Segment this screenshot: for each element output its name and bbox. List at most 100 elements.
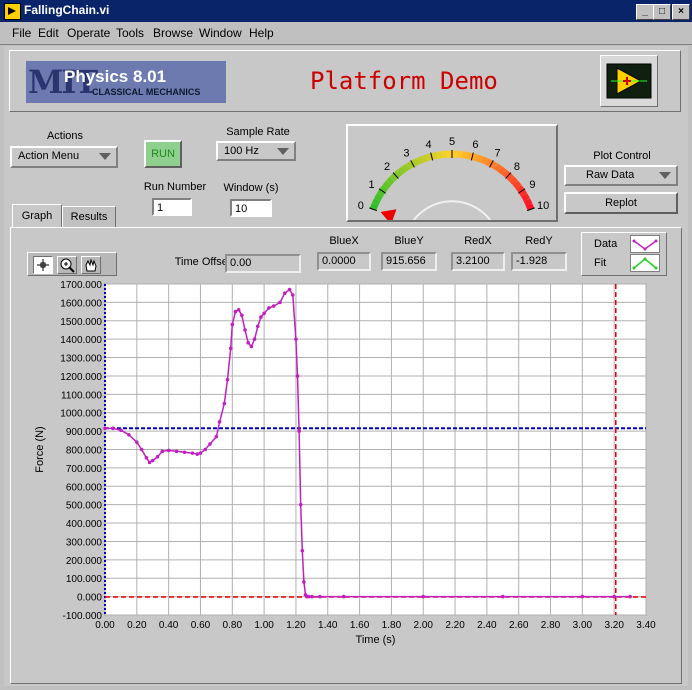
gauge-scale-segment <box>393 169 402 179</box>
menu-help[interactable]: Help <box>249 26 274 40</box>
y-tick-label: 1400.000 <box>60 335 102 346</box>
plot-legend: Data Fit <box>581 232 667 276</box>
gauge-tick-label: 8 <box>514 161 520 173</box>
y-tick-label: 400.000 <box>66 519 103 530</box>
data-point <box>198 451 203 455</box>
gauge-scale-segment <box>518 189 528 198</box>
gauge-scale-segment <box>430 151 438 160</box>
tab-results[interactable]: Results <box>62 206 116 228</box>
data-point <box>306 594 311 599</box>
plot-control-dropdown[interactable]: Raw Data <box>564 165 678 186</box>
window-seconds-input[interactable]: 10 <box>230 199 272 217</box>
data-point <box>500 594 505 599</box>
actions-menu-dropdown[interactable]: Action Menu <box>10 146 118 168</box>
gauge-tick-label: 1 <box>369 179 375 191</box>
graph-palette <box>27 252 117 276</box>
x-tick-label: 1.00 <box>254 620 274 631</box>
logo-course: Physics 8.01 <box>64 67 167 86</box>
gauge-tick-label: 5 <box>449 136 455 148</box>
data-point <box>182 450 187 455</box>
redy-value: -1.928 <box>511 252 567 271</box>
maximize-button[interactable]: □ <box>653 4 671 20</box>
menu-window[interactable]: Window <box>199 26 242 40</box>
cursor-move-tool-icon[interactable] <box>33 256 53 274</box>
gauge-tick-label: 4 <box>425 139 431 151</box>
y-tick-label: 900.000 <box>66 427 103 438</box>
time-offset-value: 0.00 <box>225 254 301 273</box>
gauge-tick-label: 3 <box>403 147 409 159</box>
x-tick-label: 0.40 <box>159 620 179 631</box>
x-tick-label: 2.00 <box>414 620 434 631</box>
data-point <box>127 432 131 437</box>
data-point <box>310 594 314 599</box>
minimize-button[interactable]: _ <box>636 4 654 20</box>
x-tick-label: 2.20 <box>445 620 465 631</box>
data-point <box>150 458 155 463</box>
bluey-label: BlueY <box>394 235 424 247</box>
data-point <box>255 324 260 329</box>
data-point <box>147 460 152 465</box>
data-point <box>222 401 227 406</box>
labview-logo-icon <box>600 55 658 107</box>
data-point <box>111 426 115 431</box>
data-point <box>290 293 295 297</box>
mit-logo: MIT Physics 8.01 CLASSICAL MECHANICS <box>26 61 226 103</box>
run-button[interactable]: RUN <box>144 140 182 168</box>
gauge-scale-segment <box>489 160 498 170</box>
menu-browse[interactable]: Browse <box>153 26 193 40</box>
gauge-scale-segment <box>386 176 395 186</box>
redx-label: RedX <box>464 235 492 247</box>
y-tick-label: 0.000 <box>77 593 102 604</box>
x-tick-label: 3.40 <box>636 620 656 631</box>
menu-edit[interactable]: Edit <box>38 26 59 40</box>
gauge-tick-label: 9 <box>529 179 535 191</box>
pan-hand-tool-icon[interactable] <box>81 256 101 274</box>
gauge-scale-segment <box>406 160 415 170</box>
redx-value: 3.2100 <box>451 252 505 271</box>
gauge-scale-segment <box>389 173 399 182</box>
time-offset-label: Time Offset <box>174 256 231 268</box>
data-point <box>300 548 305 553</box>
data-point <box>252 337 257 341</box>
data-point <box>287 287 292 292</box>
y-tick-label: 1300.000 <box>60 354 102 365</box>
y-tick-label: 600.000 <box>66 482 103 493</box>
x-tick-label: 3.00 <box>573 620 593 631</box>
gauge-panel: 0 1 2 3 4 5 6 7 8 9 10 <box>346 124 558 222</box>
data-point <box>298 502 303 507</box>
gauge-scale-segment <box>498 166 507 176</box>
tab-results-label: Results <box>70 211 108 223</box>
data-point <box>302 580 306 584</box>
x-tick-label: 2.60 <box>509 620 529 631</box>
sample-rate-value: 100 Hz <box>224 145 259 157</box>
y-tick-label: 700.000 <box>66 464 103 475</box>
gauge-scale-segment <box>512 180 522 190</box>
gauge-tick-label: 10 <box>537 200 549 212</box>
run-number-input[interactable]: 1 <box>152 198 192 216</box>
window-seconds-label: Window (s) <box>223 182 279 194</box>
data-point <box>318 594 322 599</box>
front-panel: MIT Physics 8.01 CLASSICAL MECHANICS Pla… <box>4 46 688 686</box>
tab-graph[interactable]: Graph <box>12 204 62 229</box>
x-tick-label: 1.40 <box>318 620 338 631</box>
data-point <box>278 300 282 305</box>
gauge-scale-segment <box>420 154 428 163</box>
replot-button[interactable]: Replot <box>564 192 678 214</box>
data-point <box>103 426 107 431</box>
force-time-chart: 0.00 0.20 0.40 0.60 0.80 1.00 1.20 1.40 1.60 1.80… <box>34 280 656 646</box>
close-button[interactable]: × <box>672 4 690 20</box>
gauge-scale-segment <box>436 151 443 159</box>
menu-operate[interactable]: Operate <box>67 26 110 40</box>
menu-tools[interactable]: Tools <box>116 26 144 40</box>
gauge-scale-segment <box>509 176 518 186</box>
sample-rate-dropdown[interactable]: 100 Hz <box>216 141 296 161</box>
bluex-value: 0.0000 <box>317 252 371 271</box>
zoom-tool-icon[interactable] <box>57 256 77 274</box>
data-point <box>628 594 632 599</box>
menu-file[interactable]: File <box>12 26 31 40</box>
header-panel: MIT Physics 8.01 CLASSICAL MECHANICS Pla… <box>9 50 681 112</box>
legend-fit-swatch[interactable] <box>630 254 660 272</box>
data-point <box>297 429 301 433</box>
legend-data-swatch[interactable] <box>630 235 660 253</box>
gauge-scale-segment <box>515 184 525 194</box>
